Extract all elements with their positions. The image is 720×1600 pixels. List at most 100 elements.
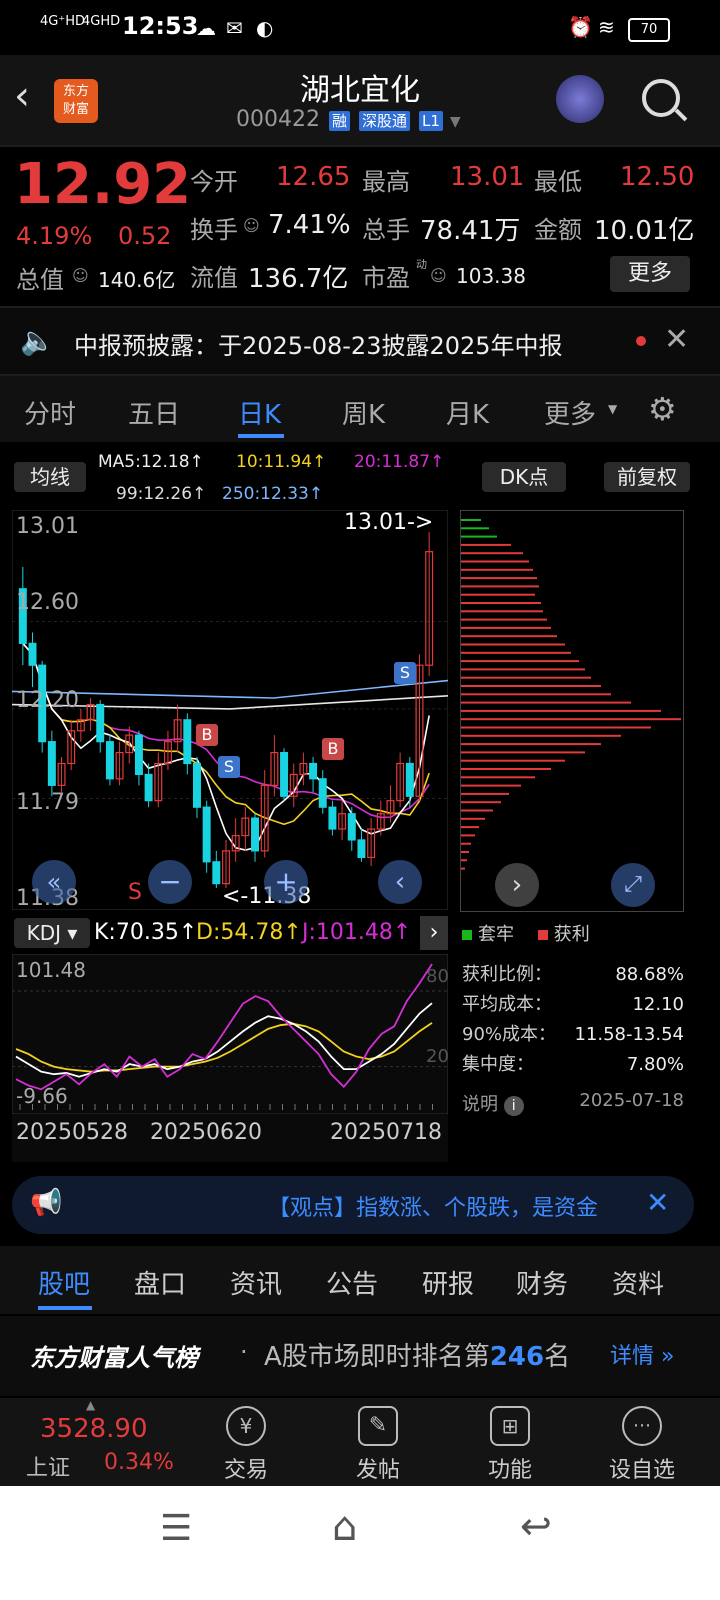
robot-assistant-icon[interactable]	[556, 75, 604, 123]
tab-five-day[interactable]: 五日	[128, 394, 180, 431]
sell-signal-badge[interactable]: S	[394, 662, 416, 684]
stock-code-row[interactable]: 000422 融 深股通 L1 ▼	[236, 107, 461, 132]
buy-signal-badge[interactable]: B	[196, 724, 218, 746]
news-ticker[interactable]: 📢 【观点】指数涨、个股跌，是资金 ✕	[12, 1176, 694, 1234]
home-icon[interactable]: ⌂	[332, 1504, 357, 1550]
chip-bar	[461, 618, 547, 621]
tab-weekly-k[interactable]: 周K	[342, 394, 385, 431]
wifi-icon: ≋	[598, 15, 615, 39]
chip-bar	[461, 535, 497, 538]
zoom-out-button[interactable]: −	[148, 860, 192, 904]
tab-more[interactable]: 更多	[544, 394, 596, 431]
info-icon[interactable]: ☺	[430, 266, 447, 285]
popularity-text: A股市场即时排名第246名	[264, 1336, 570, 1373]
scroll-right-button[interactable]: ‹	[378, 860, 422, 904]
scroll-left-button[interactable]: «	[32, 860, 76, 904]
tab-news[interactable]: 资讯	[230, 1264, 282, 1301]
current-price: 12.92	[14, 152, 192, 217]
nav-add-watchlist[interactable]: ⋯ 设自选	[592, 1406, 692, 1484]
chip-bar	[461, 643, 565, 646]
kline-chart[interactable]: 13.01 12.60 12.20 11.79 11.38 13.01-> <-…	[12, 510, 448, 911]
info-icon[interactable]: i	[503, 1096, 524, 1116]
zoom-in-button[interactable]: +	[264, 860, 308, 904]
kdj-selector-label: KDJ	[26, 921, 61, 945]
search-icon-handle	[674, 108, 688, 122]
nav-trade[interactable]: ¥ 交易	[196, 1406, 296, 1484]
index-change: 0.34%	[104, 1450, 174, 1475]
active-tab-indicator	[38, 1306, 92, 1310]
nav-post[interactable]: ✎ 发帖	[328, 1406, 428, 1484]
detail-link-label: 详情	[610, 1344, 655, 1369]
notice-text: 中报预披露：于2025-08-23披露2025年中报	[74, 332, 563, 360]
ma10-line	[22, 642, 430, 826]
kdj-y-bottom: -9.66	[16, 1084, 68, 1108]
tab-daily-k[interactable]: 日K	[238, 394, 281, 431]
info-icon[interactable]: ☺	[72, 266, 89, 285]
status-time: 12:53	[122, 12, 199, 40]
y-label: 11.79	[16, 790, 79, 815]
notice-bar[interactable]: 🔈 中报预披露：于2025-08-23披露2025年中报 ✕	[0, 308, 720, 374]
chip-prev-button[interactable]: ›	[495, 863, 539, 907]
float-value: 136.7亿	[248, 264, 349, 294]
chip-bar	[461, 734, 621, 737]
back-nav-icon[interactable]: ↩	[520, 1504, 552, 1548]
tab-research[interactable]: 研报	[422, 1264, 474, 1301]
adjust-button[interactable]: 前复权	[604, 462, 690, 492]
popularity-brand: 东方财富人气榜	[30, 1344, 198, 1372]
popularity-text-post: 名	[544, 1342, 571, 1372]
expand-icon[interactable]: ⤢	[611, 863, 655, 907]
wechat-icon: ✉	[226, 16, 243, 40]
candle-body	[280, 751, 289, 797]
app-notification-icon: ◐	[256, 16, 274, 40]
trapped-legend-swatch	[462, 930, 472, 940]
kdj-selector[interactable]: KDJ ▾	[14, 918, 90, 948]
tab-order-book[interactable]: 盘口	[134, 1264, 186, 1301]
settings-gear-icon[interactable]: ⚙	[648, 390, 677, 428]
sell-signal-badge[interactable]: S	[218, 756, 240, 778]
close-icon[interactable]: ✕	[646, 1186, 669, 1219]
kdj-chart[interactable]: 101.48 -9.66 80 20 20250528 20250620 202…	[12, 954, 449, 1162]
chip-stat-row: 集中度： 7.80%	[462, 1050, 684, 1080]
candle-body	[212, 861, 221, 885]
pe-type: 动	[416, 258, 427, 271]
close-icon[interactable]: ✕	[664, 322, 689, 357]
buy-signal-badge[interactable]: B	[322, 738, 344, 760]
tab-monthly-k[interactable]: 月K	[446, 394, 489, 431]
tab-intraday[interactable]: 分时	[24, 394, 76, 431]
chip-stat-label: 集中度：	[462, 1054, 534, 1075]
kdj-k: K:70.35↑	[94, 920, 198, 945]
edit-icon: ✎	[358, 1406, 398, 1446]
dk-point-button[interactable]: DK点	[482, 462, 566, 492]
x-label: 20250620	[150, 1120, 262, 1145]
tab-financials[interactable]: 财务	[516, 1264, 568, 1301]
tab-profile[interactable]: 资料	[612, 1264, 664, 1301]
chip-note-row[interactable]: 说明 i	[462, 1090, 524, 1116]
pe-value: 103.38	[456, 264, 526, 288]
chip-bar	[461, 834, 475, 837]
chip-bar	[461, 685, 601, 687]
tab-forum[interactable]: 股吧	[38, 1264, 90, 1301]
more-button[interactable]: 更多	[610, 256, 690, 292]
menu-icon[interactable]: ☰	[160, 1508, 192, 1549]
chip-bar	[461, 776, 535, 779]
index-up-icon: ▲	[86, 1398, 96, 1412]
candle-body	[347, 813, 356, 841]
chip-bar	[461, 635, 557, 638]
popularity-banner[interactable]: 东方财富人气榜 · A股市场即时排名第246名 详情 »	[0, 1316, 720, 1396]
kdj-next-button[interactable]: ›	[420, 916, 448, 950]
detail-link[interactable]: 详情 »	[610, 1338, 674, 1370]
nav-functions[interactable]: ⊞ 功能	[460, 1406, 560, 1484]
stock-name: 湖北宜化	[300, 73, 420, 108]
chip-bar	[461, 593, 535, 596]
ma-selector[interactable]: 均线	[14, 462, 86, 492]
ma250-value: 250:12.33↑	[222, 484, 324, 504]
chip-stat-value: 7.80%	[626, 1054, 684, 1075]
y-label-top: 13.01	[16, 514, 79, 539]
chip-distribution[interactable]: › ⤢	[460, 510, 684, 912]
tab-announcements[interactable]: 公告	[326, 1264, 378, 1301]
index-value[interactable]: 3528.90	[40, 1414, 148, 1444]
change-percent: 4.19%	[16, 222, 93, 250]
chip-bar	[461, 718, 681, 721]
info-icon[interactable]: ☺	[243, 216, 260, 235]
amount-label: 金额	[534, 216, 582, 244]
